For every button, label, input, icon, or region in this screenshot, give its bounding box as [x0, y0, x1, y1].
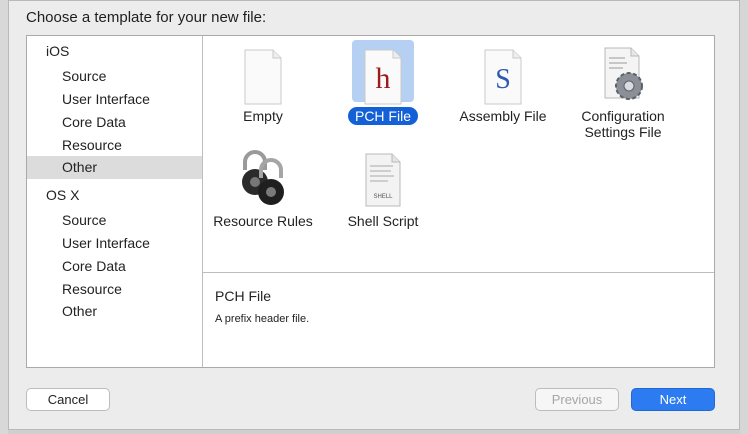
svg-text:S: S	[495, 64, 511, 95]
sidebar-item-osx-other[interactable]: Other	[27, 300, 202, 323]
template-pch-file[interactable]: h PCH File	[323, 40, 443, 134]
sidebar-item-osx-user-interface[interactable]: User Interface	[27, 232, 202, 255]
sidebar-item-osx-resource[interactable]: Resource	[27, 278, 202, 301]
sidebar-group-osx: OS X	[46, 187, 80, 203]
cancel-button[interactable]: Cancel	[26, 388, 110, 411]
template-label: Assembly File	[459, 108, 547, 124]
sidebar-group-ios: iOS	[46, 43, 70, 59]
template-empty[interactable]: Empty	[203, 44, 323, 134]
dialog-prompt: Choose a template for your new file:	[26, 9, 267, 26]
svg-text:h: h	[376, 62, 391, 95]
sidebar-item-ios-other[interactable]: Other	[27, 156, 202, 179]
sidebar-item-osx-core-data[interactable]: Core Data	[27, 255, 202, 278]
pch-file-icon: h	[323, 44, 443, 108]
sidebar-item-ios-core-data[interactable]: Core Data	[27, 111, 202, 134]
new-file-template-dialog: Choose a template for your new file: iOS…	[8, 0, 740, 430]
sidebar-item-ios-source[interactable]: Source	[27, 65, 202, 88]
template-panel: iOS Source User Interface Core Data Reso…	[26, 35, 715, 368]
shell-glyph: SHELL	[373, 194, 393, 200]
template-configuration-settings-file[interactable]: Configuration Settings File	[563, 44, 683, 144]
next-button[interactable]: Next	[631, 388, 715, 411]
sidebar-item-ios-resource[interactable]: Resource	[27, 134, 202, 157]
configuration-settings-icon	[563, 44, 683, 108]
template-resource-rules[interactable]: Resource Rules	[203, 148, 323, 238]
template-description: PCH File A prefix header file.	[203, 273, 714, 367]
template-label: Shell Script	[347, 213, 419, 229]
description-title: PCH File	[215, 288, 272, 304]
description-text: A prefix header file.	[215, 313, 310, 325]
template-label: Resource Rules	[213, 213, 313, 229]
template-grid: Empty h PCH File S Assembly File Configu…	[203, 36, 714, 273]
resource-rules-lock-icon	[203, 148, 323, 212]
template-assembly-file[interactable]: S Assembly File	[443, 44, 563, 134]
shell-script-icon: SHELL	[323, 148, 443, 212]
platform-sidebar: iOS Source User Interface Core Data Reso…	[27, 36, 203, 367]
background-window-left	[0, 0, 8, 434]
template-shell-script[interactable]: SHELL Shell Script	[323, 148, 443, 238]
background-window-right	[740, 0, 748, 434]
template-label: Empty	[243, 108, 283, 124]
sidebar-item-ios-user-interface[interactable]: User Interface	[27, 88, 202, 111]
template-label-selected: PCH File	[323, 107, 443, 125]
empty-file-icon	[203, 44, 323, 108]
template-label: Configuration Settings File	[581, 108, 665, 140]
assembly-file-icon: S	[443, 44, 563, 108]
previous-button[interactable]: Previous	[535, 388, 619, 411]
sidebar-item-osx-source[interactable]: Source	[27, 209, 202, 232]
